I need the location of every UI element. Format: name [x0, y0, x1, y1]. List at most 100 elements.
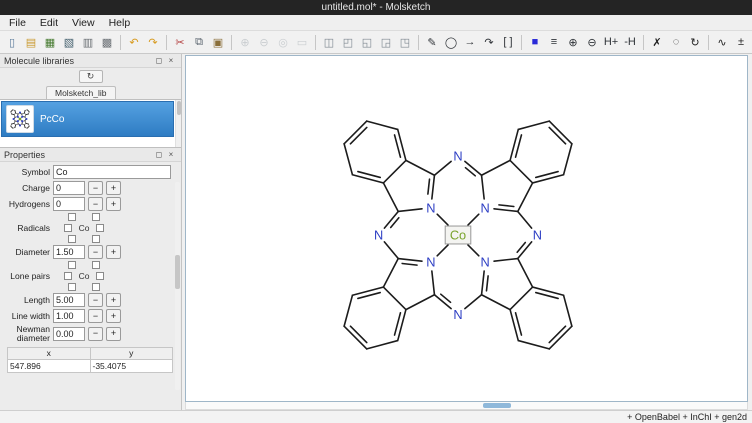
- add-text-button[interactable]: ◱: [358, 33, 376, 51]
- diameter-decrease-button[interactable]: −: [88, 245, 103, 259]
- copy-button[interactable]: ⧉: [190, 33, 208, 51]
- radical-checkbox[interactable]: [92, 235, 100, 243]
- mechanism-arrow-tool-button[interactable]: ↷: [480, 33, 498, 51]
- undo-button[interactable]: ↶: [125, 33, 143, 51]
- lone-pair-checkbox[interactable]: [68, 283, 76, 291]
- status-plugins-text: + OpenBabel + InChI + gen2d: [627, 412, 747, 422]
- toolbar-separator: [418, 35, 419, 50]
- library-refresh-button[interactable]: ↻: [79, 70, 103, 83]
- library-scrollbar-handle[interactable]: [177, 101, 181, 115]
- charge-increase-button[interactable]: +: [106, 181, 121, 195]
- dock-float-icon[interactable]: ◻: [153, 150, 165, 159]
- coordinate-x-value[interactable]: 547.896: [8, 359, 91, 372]
- delete-tool-button[interactable]: ✗: [648, 33, 666, 51]
- add-molecule-button[interactable]: ◫: [320, 33, 338, 51]
- draw-tool-button[interactable]: ✎: [423, 33, 441, 51]
- line-width-field[interactable]: [53, 309, 85, 323]
- export-image-button[interactable]: ▩: [98, 33, 116, 51]
- lone-pair-checkbox[interactable]: [92, 261, 100, 269]
- radical-checkbox[interactable]: [68, 235, 76, 243]
- svg-text:N: N: [532, 227, 541, 242]
- canvas-area: CoNNNNNNNN: [182, 54, 752, 410]
- dock-float-icon[interactable]: ◻: [153, 56, 165, 65]
- add-bracket-item-button[interactable]: ◳: [396, 33, 414, 51]
- radicals-row: Radicals Co: [2, 213, 173, 243]
- library-item-pcco[interactable]: PcCo: [1, 101, 174, 137]
- radical-checkbox[interactable]: [68, 213, 76, 221]
- charge-field[interactable]: [53, 181, 85, 195]
- radical-checkbox[interactable]: [96, 224, 104, 232]
- lone-pair-checkbox[interactable]: [96, 272, 104, 280]
- main-area: Molecule libraries ◻ × ↻ Molsketch_lib P…: [0, 54, 752, 410]
- add-arrow-item-button[interactable]: ◲: [377, 33, 395, 51]
- toolbar-separator: [166, 35, 167, 50]
- line-width-increase-button[interactable]: +: [106, 309, 121, 323]
- tab-molsketch-lib[interactable]: Molsketch_lib: [46, 86, 116, 99]
- rotate-tool-button[interactable]: ↻: [686, 33, 704, 51]
- properties-scrollbar-handle[interactable]: [175, 255, 180, 289]
- properties-scrollbar[interactable]: [175, 182, 180, 390]
- cut-button[interactable]: ✂: [171, 33, 189, 51]
- line-width-decrease-button[interactable]: −: [88, 309, 103, 323]
- open-document-button[interactable]: ▤: [22, 33, 40, 51]
- add-frame-button[interactable]: ◰: [339, 33, 357, 51]
- toolbar-separator: [231, 35, 232, 50]
- radical-checkbox[interactable]: [92, 213, 100, 221]
- line-width-tool-button[interactable]: ≡: [545, 33, 563, 51]
- lone-pair-checkbox[interactable]: [68, 261, 76, 269]
- lasso-tool-button[interactable]: ◌: [667, 33, 685, 51]
- length-field[interactable]: [53, 293, 85, 307]
- charge-decrease-button[interactable]: −: [88, 181, 103, 195]
- canvas-horizontal-scrollbar[interactable]: [185, 402, 748, 410]
- diameter-increase-button[interactable]: +: [106, 245, 121, 259]
- hydrogen-add-button[interactable]: H+: [602, 33, 620, 51]
- save-as-button[interactable]: ▧: [60, 33, 78, 51]
- window-title: untitled.mol* - Molsketch: [322, 2, 431, 13]
- molecule-structure[interactable]: CoNNNNNNNN: [307, 84, 609, 386]
- menu-file[interactable]: File: [2, 16, 33, 30]
- lone-pair-checkbox[interactable]: [64, 272, 72, 280]
- new-document-button[interactable]: ▯: [3, 33, 21, 51]
- line-width-label: Line width: [2, 312, 50, 321]
- length-increase-button[interactable]: +: [106, 293, 121, 307]
- charge-decrease-button[interactable]: ⊖: [583, 33, 601, 51]
- molecule-libraries-dock: Molecule libraries ◻ × ↻ Molsketch_lib P…: [0, 54, 181, 148]
- save-document-button[interactable]: ▦: [41, 33, 59, 51]
- lone-pair-checkbox[interactable]: [92, 283, 100, 291]
- length-decrease-button[interactable]: −: [88, 293, 103, 307]
- symbol-field[interactable]: [53, 165, 171, 179]
- menu-help[interactable]: Help: [102, 16, 138, 30]
- dock-close-icon[interactable]: ×: [165, 150, 177, 159]
- radical-checkbox[interactable]: [64, 224, 72, 232]
- paste-button[interactable]: ▣: [209, 33, 227, 51]
- menu-view[interactable]: View: [65, 16, 102, 30]
- color-swatch-button[interactable]: ■: [526, 33, 544, 51]
- charge-tool-button[interactable]: ±: [732, 33, 750, 51]
- dock-panel: Molecule libraries ◻ × ↻ Molsketch_lib P…: [0, 54, 182, 410]
- dock-close-icon[interactable]: ×: [165, 56, 177, 65]
- menu-bar: File Edit View Help: [0, 15, 752, 31]
- hydrogens-field[interactable]: [53, 197, 85, 211]
- newman-increase-button[interactable]: +: [106, 327, 121, 341]
- print-button[interactable]: ▥: [79, 33, 97, 51]
- charge-increase-button[interactable]: ⊕: [564, 33, 582, 51]
- newman-decrease-button[interactable]: −: [88, 327, 103, 341]
- newman-diameter-label: Newman diameter: [2, 325, 50, 343]
- chain-tool-button[interactable]: ∿: [713, 33, 731, 51]
- library-scrollbar[interactable]: [175, 100, 181, 147]
- hydrogens-decrease-button[interactable]: −: [88, 197, 103, 211]
- library-toolbar: ↻: [0, 68, 181, 85]
- hydrogens-row: Hydrogens − +: [2, 197, 173, 211]
- drawing-canvas[interactable]: CoNNNNNNNN: [185, 55, 748, 402]
- bracket-tool-button[interactable]: [ ]: [499, 33, 517, 51]
- ring-tool-button[interactable]: ◯: [442, 33, 460, 51]
- coordinate-y-value[interactable]: -35.4075: [90, 359, 173, 372]
- diameter-field[interactable]: [53, 245, 85, 259]
- menu-edit[interactable]: Edit: [33, 16, 65, 30]
- hydrogen-remove-button[interactable]: -H: [621, 33, 639, 51]
- reaction-arrow-tool-button[interactable]: →: [461, 33, 479, 51]
- hydrogens-increase-button[interactable]: +: [106, 197, 121, 211]
- canvas-scrollbar-handle[interactable]: [483, 403, 511, 408]
- redo-button[interactable]: ↷: [144, 33, 162, 51]
- newman-diameter-field[interactable]: [53, 327, 85, 341]
